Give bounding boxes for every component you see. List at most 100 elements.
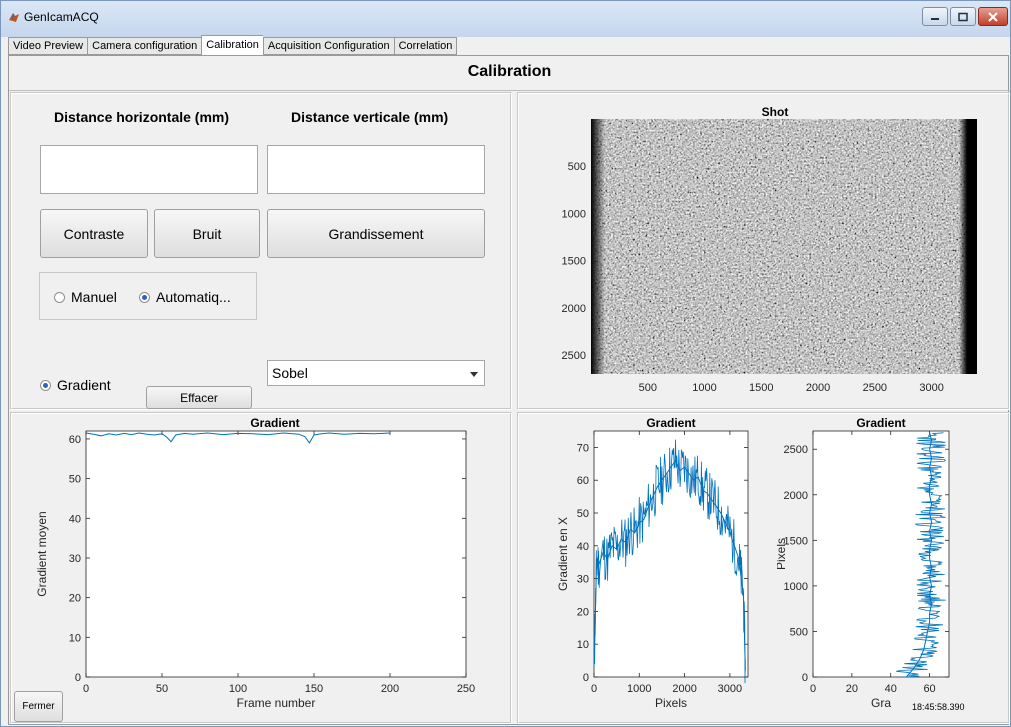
- x-tick-label: 250: [457, 683, 475, 695]
- y-tick-label: 10: [69, 632, 81, 644]
- x-tick-label: 3000: [718, 683, 742, 695]
- x-tick-label: 150: [305, 683, 323, 695]
- y-axis-label: Pixels: [777, 538, 788, 570]
- filter-select-value: Sobel: [272, 365, 308, 381]
- y-tick-label: 2000: [784, 490, 808, 502]
- y-tick-label: 2500: [784, 444, 808, 456]
- automatic-mode-radio[interactable]: Automatiq...: [139, 289, 231, 305]
- tab-video-preview[interactable]: Video Preview: [8, 37, 88, 55]
- filter-select[interactable]: Sobel: [267, 360, 485, 386]
- horizontal-distance-label: Distance horizontale (mm): [54, 109, 230, 125]
- x-tick-label: 100: [229, 683, 247, 695]
- y-tick-label: 0: [802, 672, 808, 684]
- y-tick-label: 20: [69, 593, 81, 605]
- y-tick-label: 30: [577, 574, 589, 586]
- maximize-button[interactable]: [950, 7, 976, 26]
- x-tick-label: 2000: [672, 683, 696, 695]
- tab-camera-configuration[interactable]: Camera configuration: [87, 37, 202, 55]
- x-tick-label: 60: [923, 683, 935, 695]
- x-tick-label: 40: [885, 683, 897, 695]
- y-tick-label: 40: [577, 541, 589, 553]
- shot-image: 500 1000 1500 2000 2500 3000 500 1000 1500 2000 25…: [562, 119, 977, 394]
- x-tick-label: 1000: [692, 382, 716, 394]
- x-tick-label: 20: [846, 683, 858, 695]
- x-axis-label: Frame number: [237, 696, 316, 710]
- x-axis-label: Gra: [871, 696, 891, 710]
- clear-button[interactable]: Effacer: [146, 386, 252, 409]
- timestamp-label: 18:45:58.390: [912, 702, 965, 712]
- tab-correlation[interactable]: Correlation: [393, 37, 458, 55]
- close-icon: [988, 11, 998, 22]
- title-bar: GenIcamACQ: [1, 1, 1010, 37]
- minimize-button[interactable]: [922, 7, 948, 26]
- y-tick-label: 60: [577, 475, 589, 487]
- tab-calibration[interactable]: Calibration: [201, 35, 263, 55]
- image-left-edge: [591, 119, 605, 374]
- radio-checked-icon: [139, 291, 150, 303]
- automatic-mode-label: Automatiq...: [156, 289, 231, 305]
- x-tick-label: 3000: [919, 382, 943, 394]
- y-tick-label: 50: [577, 508, 589, 520]
- speckle-image: [591, 119, 977, 374]
- y-tick-label: 1000: [784, 581, 808, 593]
- page-title: Calibration: [467, 63, 552, 80]
- x-tick-label: 500: [639, 382, 657, 394]
- y-tick-label: 1000: [562, 208, 586, 220]
- vertical-distance-label: Distance verticale (mm): [291, 109, 449, 125]
- close-button[interactable]: Fermer: [14, 691, 63, 722]
- y-tick-label: 500: [790, 626, 808, 638]
- y-tick-label: 1500: [562, 256, 586, 268]
- contrast-button[interactable]: Contraste: [40, 209, 148, 258]
- magnification-button[interactable]: Grandissement: [267, 209, 485, 258]
- y-axis-label: Gradient en X: [556, 517, 570, 591]
- x-tick-label: 1000: [627, 683, 651, 695]
- radio-checked-icon: [40, 379, 51, 391]
- image-right-edge: [967, 119, 977, 374]
- plot-area: [85, 430, 467, 678]
- y-tick-label: 40: [69, 513, 81, 525]
- y-tick-label: 70: [577, 442, 589, 454]
- x-tick-label: 0: [591, 683, 597, 695]
- y-tick-label: 10: [577, 639, 589, 651]
- y-tick-label: 60: [69, 434, 81, 446]
- noise-button[interactable]: Bruit: [154, 209, 260, 258]
- gradient-radio-label: Gradient: [57, 377, 111, 393]
- x-tick-label: 0: [810, 683, 816, 695]
- x-tick-label: 50: [156, 683, 168, 695]
- matlab-icon: [9, 13, 19, 22]
- image-right-fade: [959, 119, 967, 374]
- y-tick-label: 0: [583, 672, 589, 684]
- y-tick-label: 0: [75, 672, 81, 684]
- app-window: GenIcamACQ Video Preview Camera configur…: [0, 0, 1011, 727]
- minimize-icon: [931, 17, 939, 20]
- window-title: GenIcamACQ: [24, 10, 99, 24]
- y-tick-label: 2000: [562, 303, 586, 315]
- x-axis-label: Pixels: [655, 696, 687, 710]
- y-tick-label: 500: [568, 161, 586, 173]
- tab-strip: Video Preview Camera configuration Calib…: [8, 35, 458, 55]
- gradient-y-chart: 0 20 40 6005001000150020002500GraPixels: [777, 430, 950, 710]
- title-divider: [9, 90, 1010, 91]
- vertical-distance-input[interactable]: [267, 145, 485, 194]
- x-tick-label: 0: [83, 683, 89, 695]
- close-window-button[interactable]: [978, 7, 1008, 26]
- horizontal-distance-input[interactable]: [40, 145, 258, 194]
- y-axis-label: Gradient moyen: [35, 511, 49, 596]
- y-tick-label: 30: [69, 553, 81, 565]
- x-tick-label: 2500: [863, 382, 887, 394]
- y-tick-label: 2500: [562, 350, 586, 362]
- x-tick-label: 1500: [749, 382, 773, 394]
- shot-axes: 500 1000 1500 2000 2500 3000 500 1000 1500 2000 25…: [562, 119, 977, 394]
- y-tick-label: 50: [69, 474, 81, 486]
- manual-mode-radio[interactable]: Manuel: [54, 289, 117, 305]
- gradient-x-chart: 0 1000 2000 3000 0 10 20 30 40 50 60 70 Pixels Gradie…: [556, 430, 749, 710]
- tab-acquisition-configuration[interactable]: Acquisition Configuration: [262, 37, 394, 55]
- maximize-icon: [958, 12, 968, 21]
- calibration-tab-content: Calibration Distance horizontale (mm) Di…: [8, 55, 1010, 725]
- gradient-radio[interactable]: Gradient: [40, 377, 111, 393]
- y-tick-label: 20: [577, 606, 589, 618]
- radio-unchecked-icon: [54, 291, 65, 303]
- x-tick-label: 200: [381, 683, 399, 695]
- chevron-down-icon: [470, 372, 478, 377]
- manual-mode-label: Manuel: [71, 289, 117, 305]
